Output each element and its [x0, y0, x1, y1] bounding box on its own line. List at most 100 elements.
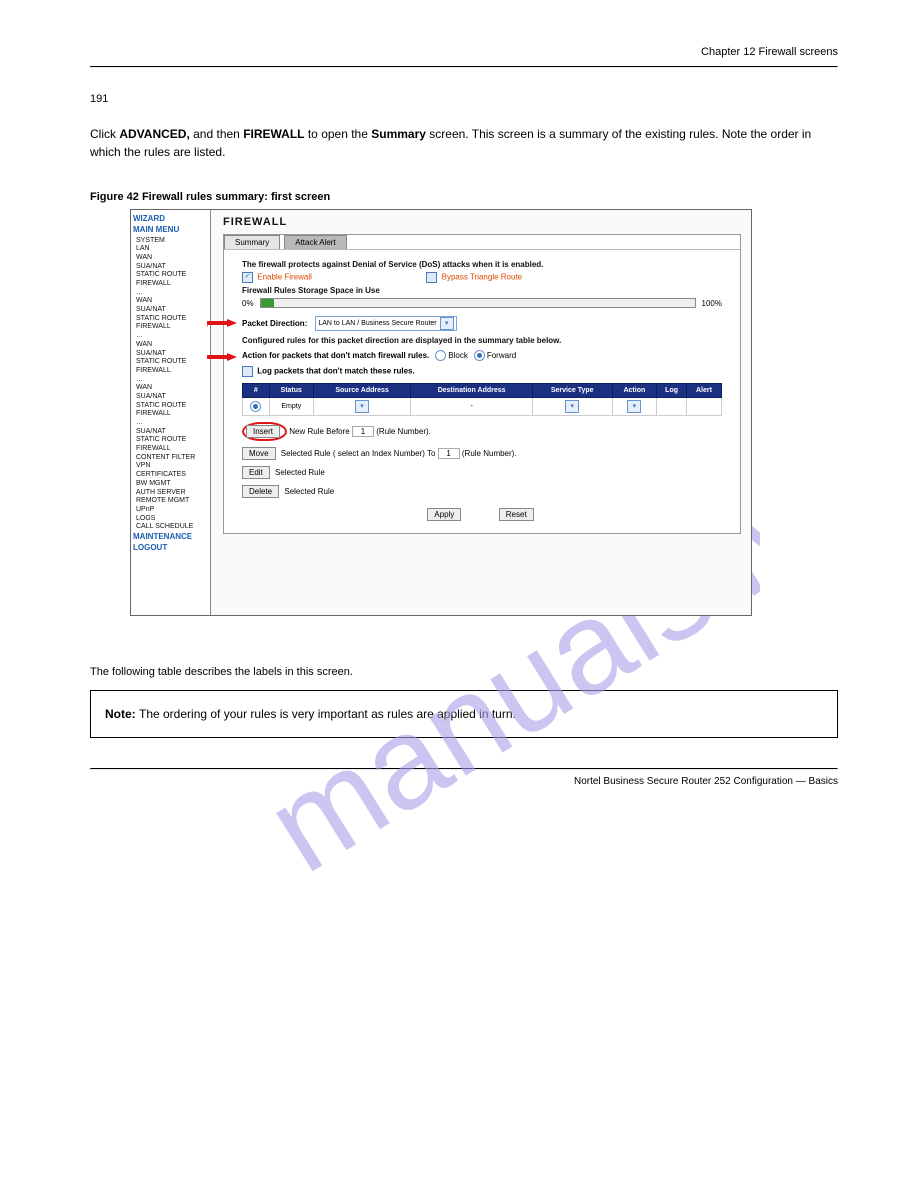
nav-item[interactable]: AUTH SERVER [136, 489, 208, 497]
nav-item[interactable]: STATIC ROUTE [136, 436, 208, 444]
delete-button[interactable]: Delete [242, 485, 279, 498]
pct-0: 0% [242, 299, 254, 308]
service-cell: ▾ [532, 398, 612, 416]
enable-firewall-label: Enable Firewall [257, 273, 312, 282]
red-arrow-icon [207, 319, 237, 327]
nav-item[interactable]: SUA/NAT [136, 350, 208, 358]
source-dropdown[interactable]: ▾ [355, 400, 369, 413]
bottom-rule [90, 768, 838, 770]
insert-row: Insert New Rule Before 1 (Rule Number). [242, 422, 722, 441]
intro-part3: to open the [305, 127, 372, 141]
nav-item: … [136, 376, 208, 384]
tab-attack-alert[interactable]: Attack Alert [284, 235, 346, 249]
nav-maintenance[interactable]: MAINTENANCE [133, 533, 208, 542]
col-service: Service Type [532, 384, 612, 398]
log-cell [657, 398, 687, 416]
tab-summary[interactable]: Summary [224, 235, 280, 249]
service-dropdown[interactable]: ▾ [565, 400, 579, 413]
panel-main: FIREWALL Summary Attack Alert The firewa… [213, 210, 751, 615]
nav-item: … [136, 332, 208, 340]
nav-item[interactable]: REMOTE MGMT [136, 497, 208, 505]
top-rule [90, 66, 838, 68]
nav-item[interactable]: WAN [136, 384, 208, 392]
rules-table: # Status Source Address Destination Addr… [242, 383, 722, 416]
edit-text: Selected Rule [275, 468, 325, 477]
nav-item[interactable]: WAN [136, 341, 208, 349]
note-label: Note: [105, 707, 139, 721]
header-right: Chapter 12 Firewall screens [90, 46, 838, 58]
action-dropdown[interactable]: ▾ [627, 400, 641, 413]
nav-item[interactable]: STATIC ROUTE [136, 271, 208, 279]
move-text1: Selected Rule ( select an Index Number) … [281, 449, 436, 458]
forward-radio-label: Forward [487, 351, 516, 360]
nav-item[interactable]: SUA/NAT [136, 393, 208, 401]
log-packets-row: Log packets that don't match these rules… [242, 366, 722, 377]
nav-item[interactable]: FIREWALL [136, 367, 208, 375]
apply-button[interactable]: Apply [427, 508, 461, 521]
nav-item[interactable]: STATIC ROUTE [136, 358, 208, 366]
row-radio[interactable] [250, 401, 261, 412]
enable-firewall-checkbox[interactable]: ✓ [242, 272, 253, 283]
nav-item[interactable]: SYSTEM [136, 237, 208, 245]
bypass-checkbox[interactable] [426, 272, 437, 283]
screenshot-figure: WIZARD MAIN MENU SYSTEM LAN WAN SUA/NAT … [130, 209, 752, 616]
move-button[interactable]: Move [242, 447, 276, 460]
nav-item[interactable]: CALL SCHEDULE [136, 523, 208, 531]
nav-item[interactable]: FIREWALL [136, 280, 208, 288]
nav-item[interactable]: STATIC ROUTE [136, 315, 208, 323]
move-rule-number-input[interactable]: 1 [438, 448, 460, 459]
nav-item[interactable]: UPnP [136, 506, 208, 514]
col-dest: Destination Address [411, 384, 533, 398]
nav-item[interactable]: CERTIFICATES [136, 471, 208, 479]
col-status: Status [269, 384, 313, 398]
nav-item[interactable]: LOGS [136, 515, 208, 523]
packet-direction-select[interactable]: LAN to LAN / Business Secure Router ▾ [315, 316, 456, 331]
intro-bold1: ADVANCED, [119, 127, 189, 141]
nav-item[interactable]: FIREWALL [136, 445, 208, 453]
table-header-row: # Status Source Address Destination Addr… [243, 384, 722, 398]
nav-item[interactable]: WAN [136, 297, 208, 305]
delete-row: Delete Selected Rule [242, 485, 722, 498]
packet-direction-row: Packet Direction: LAN to LAN / Business … [242, 316, 722, 331]
insert-rule-number-input[interactable]: 1 [352, 426, 374, 437]
status-cell: Empty [269, 398, 313, 416]
nav-item[interactable]: CONTENT FILTER [136, 454, 208, 462]
apply-reset-row: Apply Reset [242, 508, 722, 521]
block-radio[interactable] [435, 350, 446, 361]
intro-paragraph: Click ADVANCED, and then FIREWALL to ope… [90, 125, 838, 161]
intro-part2: and then [190, 127, 243, 141]
nav-item[interactable]: SUA/NAT [136, 306, 208, 314]
enable-bypass-row: ✓ Enable Firewall Bypass Triangle Route [242, 272, 722, 283]
nav-item[interactable]: WAN [136, 254, 208, 262]
log-packets-checkbox[interactable] [242, 366, 253, 377]
delete-text: Selected Rule [284, 487, 334, 496]
nav-logout[interactable]: LOGOUT [133, 544, 208, 553]
nav-item[interactable]: SUA/NAT [136, 263, 208, 271]
red-circle-annotation: Insert [242, 422, 287, 441]
intro-bold3: Summary [371, 127, 426, 141]
progress-fill [261, 299, 274, 307]
page-title: FIREWALL [223, 216, 741, 228]
storage-progress-bar [260, 298, 696, 308]
nav-item[interactable]: SUA/NAT [136, 428, 208, 436]
nav-item-firewall-highlighted[interactable]: FIREWALL [136, 323, 208, 331]
forward-radio[interactable] [474, 350, 485, 361]
nav-item: … [136, 289, 208, 297]
block-radio-label: Block [448, 351, 468, 360]
nav-item[interactable]: STATIC ROUTE [136, 402, 208, 410]
insert-button[interactable]: Insert [246, 425, 280, 438]
configured-rules-text: Configured rules for this packet directi… [242, 336, 722, 345]
nav-wizard[interactable]: WIZARD [133, 215, 208, 224]
nav-item[interactable]: VPN [136, 462, 208, 470]
move-text2: (Rule Number). [462, 449, 517, 458]
action-cell: ▾ [612, 398, 657, 416]
packet-direction-value: LAN to LAN / Business Secure Router [318, 320, 436, 327]
row-radio-cell [243, 398, 270, 416]
intro-bold2: FIREWALL [243, 127, 304, 141]
section-number: 191 [90, 93, 838, 105]
reset-button[interactable]: Reset [499, 508, 534, 521]
nav-item[interactable]: BW MGMT [136, 480, 208, 488]
edit-button[interactable]: Edit [242, 466, 270, 479]
nav-item[interactable]: LAN [136, 245, 208, 253]
nav-item[interactable]: FIREWALL [136, 410, 208, 418]
